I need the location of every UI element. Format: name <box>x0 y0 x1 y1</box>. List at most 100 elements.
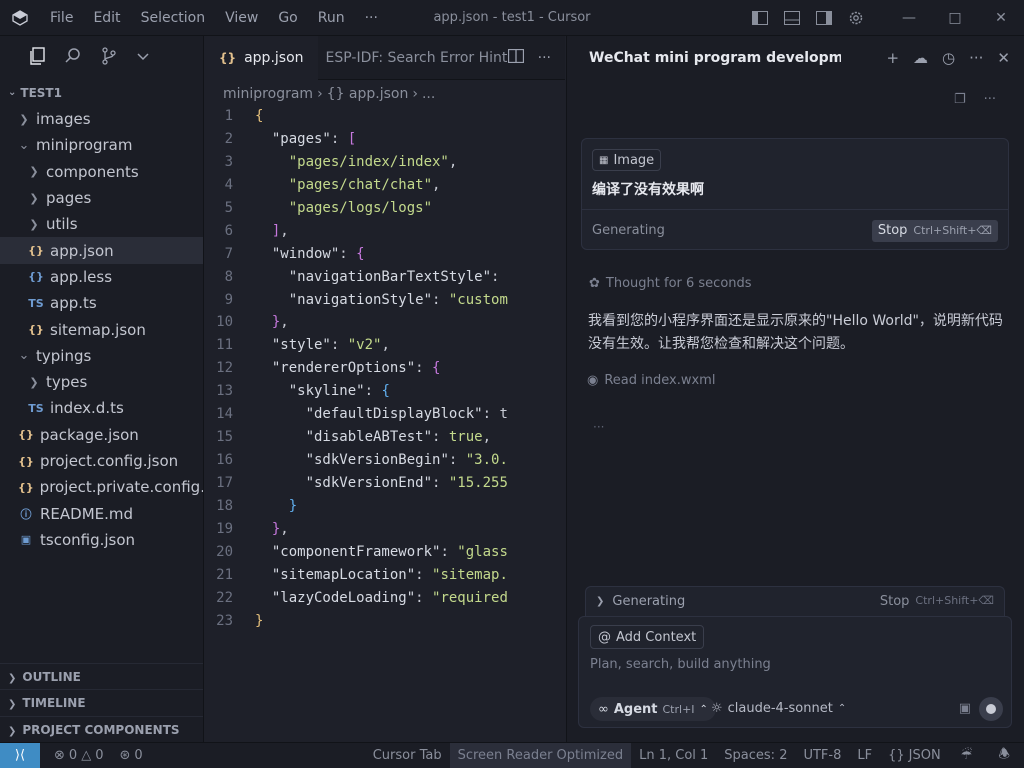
new-chat-icon[interactable]: + <box>886 49 899 67</box>
code-line[interactable]: 21 "sitemapLocation": "sitemap. <box>205 564 565 587</box>
source-control-icon[interactable] <box>100 47 118 69</box>
code-line[interactable]: 10 }, <box>205 311 565 334</box>
menu-selection[interactable]: Selection <box>131 0 216 36</box>
tree-item[interactable]: {} package.json <box>0 422 203 448</box>
code-line[interactable]: 7 "window": { <box>205 243 565 266</box>
tree-item[interactable]: {} app.less <box>0 264 203 290</box>
tree-item[interactable]: ❯ components <box>0 159 203 185</box>
generating-bar[interactable]: ❯ Generating Stop Ctrl+Shift+⌫ <box>585 586 1005 616</box>
code-line[interactable]: 22 "lazyCodeLoading": "required <box>205 587 565 610</box>
code-line[interactable]: 18 } <box>205 495 565 518</box>
menu-go[interactable]: Go <box>268 0 307 36</box>
code-line[interactable]: 19 }, <box>205 518 565 541</box>
thought-indicator[interactable]: ✿ Thought for 6 seconds <box>589 276 752 291</box>
split-editor-icon[interactable] <box>507 48 524 67</box>
code-line[interactable]: 4 "pages/chat/chat", <box>205 174 565 197</box>
ports-indicator[interactable]: ⊛ 0 <box>111 748 150 763</box>
tree-item[interactable]: ⓘ README.md <box>0 500 203 526</box>
menu-run[interactable]: Run <box>308 0 355 36</box>
timeline-section[interactable]: ❯ TIMELINE <box>0 689 203 716</box>
code-line[interactable]: 13 "skyline": { <box>205 380 565 403</box>
screen-reader-status[interactable]: Screen Reader Optimized <box>449 742 632 768</box>
copy-icon[interactable]: ❐ <box>954 92 966 107</box>
eol-status[interactable]: LF <box>849 748 880 763</box>
indentation-status[interactable]: Spaces: 2 <box>716 748 795 763</box>
chat-input-placeholder[interactable]: Plan, search, build anything <box>590 657 771 672</box>
menu-file[interactable]: File <box>40 0 83 36</box>
code-line[interactable]: 20 "componentFramework": "glass <box>205 541 565 564</box>
cloud-icon[interactable]: ☁ <box>913 49 928 67</box>
tree-item[interactable]: ▣ tsconfig.json <box>0 527 203 553</box>
menu-edit[interactable]: Edit <box>83 0 130 36</box>
tree-item[interactable]: ❯ types <box>0 369 203 395</box>
cursor-tab-status[interactable]: Cursor Tab <box>365 748 450 763</box>
code-line[interactable]: 6 ], <box>205 220 565 243</box>
code-line[interactable]: 1{ <box>205 105 565 128</box>
project-components-section[interactable]: ❯ PROJECT COMPONENTS <box>0 715 203 743</box>
code-editor[interactable]: 1{2 "pages": [3 "pages/index/index", 4 "p… <box>205 105 565 633</box>
image-attachment[interactable]: ▦ Image <box>592 149 662 171</box>
tab-app-json[interactable]: {} app.json <box>205 35 318 80</box>
tree-item[interactable]: ⌄ miniprogram <box>0 132 203 158</box>
tree-item[interactable]: ❯ pages <box>0 185 203 211</box>
code-line[interactable]: 8 "navigationBarTextStyle": <box>205 266 565 289</box>
encoding-status[interactable]: UTF-8 <box>795 748 849 763</box>
stop-button[interactable]: Stop Ctrl+Shift+⌫ <box>871 219 998 242</box>
more-actions-icon[interactable]: ··· <box>969 49 983 67</box>
more-actions-icon[interactable]: ··· <box>984 92 996 107</box>
settings-gear-icon[interactable] <box>840 0 872 36</box>
code-line[interactable]: 11 "style": "v2", <box>205 334 565 357</box>
code-line[interactable]: 16 "sdkVersionBegin": "3.0. <box>205 449 565 472</box>
tree-item[interactable]: {} app.json <box>0 237 203 264</box>
feedback-icon[interactable]: ☔ <box>949 748 985 763</box>
tab-esp-idf-search[interactable]: ESP-IDF: Search Error Hint <box>318 36 508 80</box>
tree-item[interactable]: ⌄ typings <box>0 343 203 369</box>
chat-title[interactable]: WeChat mini program development r <box>589 50 841 66</box>
outline-section[interactable]: ❯ OUTLINE <box>0 662 203 690</box>
image-upload-icon[interactable]: ▣ <box>959 701 971 716</box>
more-actions-icon[interactable]: ··· <box>538 50 551 66</box>
close-window-icon[interactable]: ✕ <box>978 0 1024 36</box>
maximize-icon[interactable]: □ <box>932 0 978 36</box>
history-icon[interactable]: ◷ <box>942 49 955 67</box>
search-icon[interactable] <box>64 47 82 69</box>
remote-indicator-icon[interactable]: ⟩⟨ <box>0 742 40 768</box>
notifications-bell-icon[interactable]: 🕭 <box>984 745 1024 767</box>
add-context-button[interactable]: @ Add Context <box>590 625 705 649</box>
tree-item[interactable]: ❯ images <box>0 106 203 132</box>
agent-mode-selector[interactable]: ∞ Agent Ctrl+I ⌃ <box>590 697 716 721</box>
code-line[interactable]: 12 "rendererOptions": { <box>205 357 565 380</box>
toggle-primary-sidebar-icon[interactable] <box>744 0 776 36</box>
code-line[interactable]: 17 "sdkVersionEnd": "15.255 <box>205 472 565 495</box>
close-icon[interactable]: ✕ <box>997 49 1010 67</box>
tree-item[interactable]: TS app.ts <box>0 290 203 316</box>
chat-input-box[interactable]: @ Add Context Plan, search, build anythi… <box>578 616 1012 728</box>
toggle-panel-icon[interactable] <box>776 0 808 36</box>
breadcrumb-file[interactable]: {} app.json <box>327 83 409 105</box>
user-message[interactable]: ▦ Image 编译了没有效果啊 Generating Stop Ctrl+Sh… <box>581 138 1009 250</box>
explorer-files-icon[interactable] <box>28 47 46 69</box>
model-selector[interactable]: ☼ claude-4-sonnet ⌃ <box>711 701 846 716</box>
breadcrumb-symbol[interactable]: ... <box>422 83 435 105</box>
cursor-position[interactable]: Ln 1, Col 1 <box>631 748 716 763</box>
read-file-step[interactable]: ◉ Read index.wxml <box>587 373 715 388</box>
code-line[interactable]: 23} <box>205 610 565 633</box>
code-line[interactable]: 5 "pages/logs/logs" <box>205 197 565 220</box>
minimize-icon[interactable]: — <box>886 0 932 36</box>
breadcrumb-folder[interactable]: miniprogram <box>223 83 313 105</box>
problems-indicator[interactable]: ⊗ 0 △ 0 <box>46 748 111 763</box>
tree-item[interactable]: ❯ utils <box>0 211 203 237</box>
stop-generating-button[interactable]: Stop Ctrl+Shift+⌫ <box>880 594 994 609</box>
code-line[interactable]: 3 "pages/index/index", <box>205 151 565 174</box>
tree-item[interactable]: {} project.config.json <box>0 448 203 474</box>
workspace-root[interactable]: ⌄ TEST1 <box>0 80 203 106</box>
code-line[interactable]: 9 "navigationStyle": "custom <box>205 289 565 312</box>
tree-item[interactable]: TS index.d.ts <box>0 395 203 421</box>
language-mode[interactable]: {} JSON <box>880 748 949 763</box>
toggle-secondary-sidebar-icon[interactable] <box>808 0 840 36</box>
code-line[interactable]: 14 "defaultDisplayBlock": t <box>205 403 565 426</box>
menu-view[interactable]: View <box>215 0 268 36</box>
chevron-down-icon[interactable] <box>136 51 150 66</box>
code-line[interactable]: 2 "pages": [ <box>205 128 565 151</box>
tree-item[interactable]: {} sitemap.json <box>0 316 203 342</box>
